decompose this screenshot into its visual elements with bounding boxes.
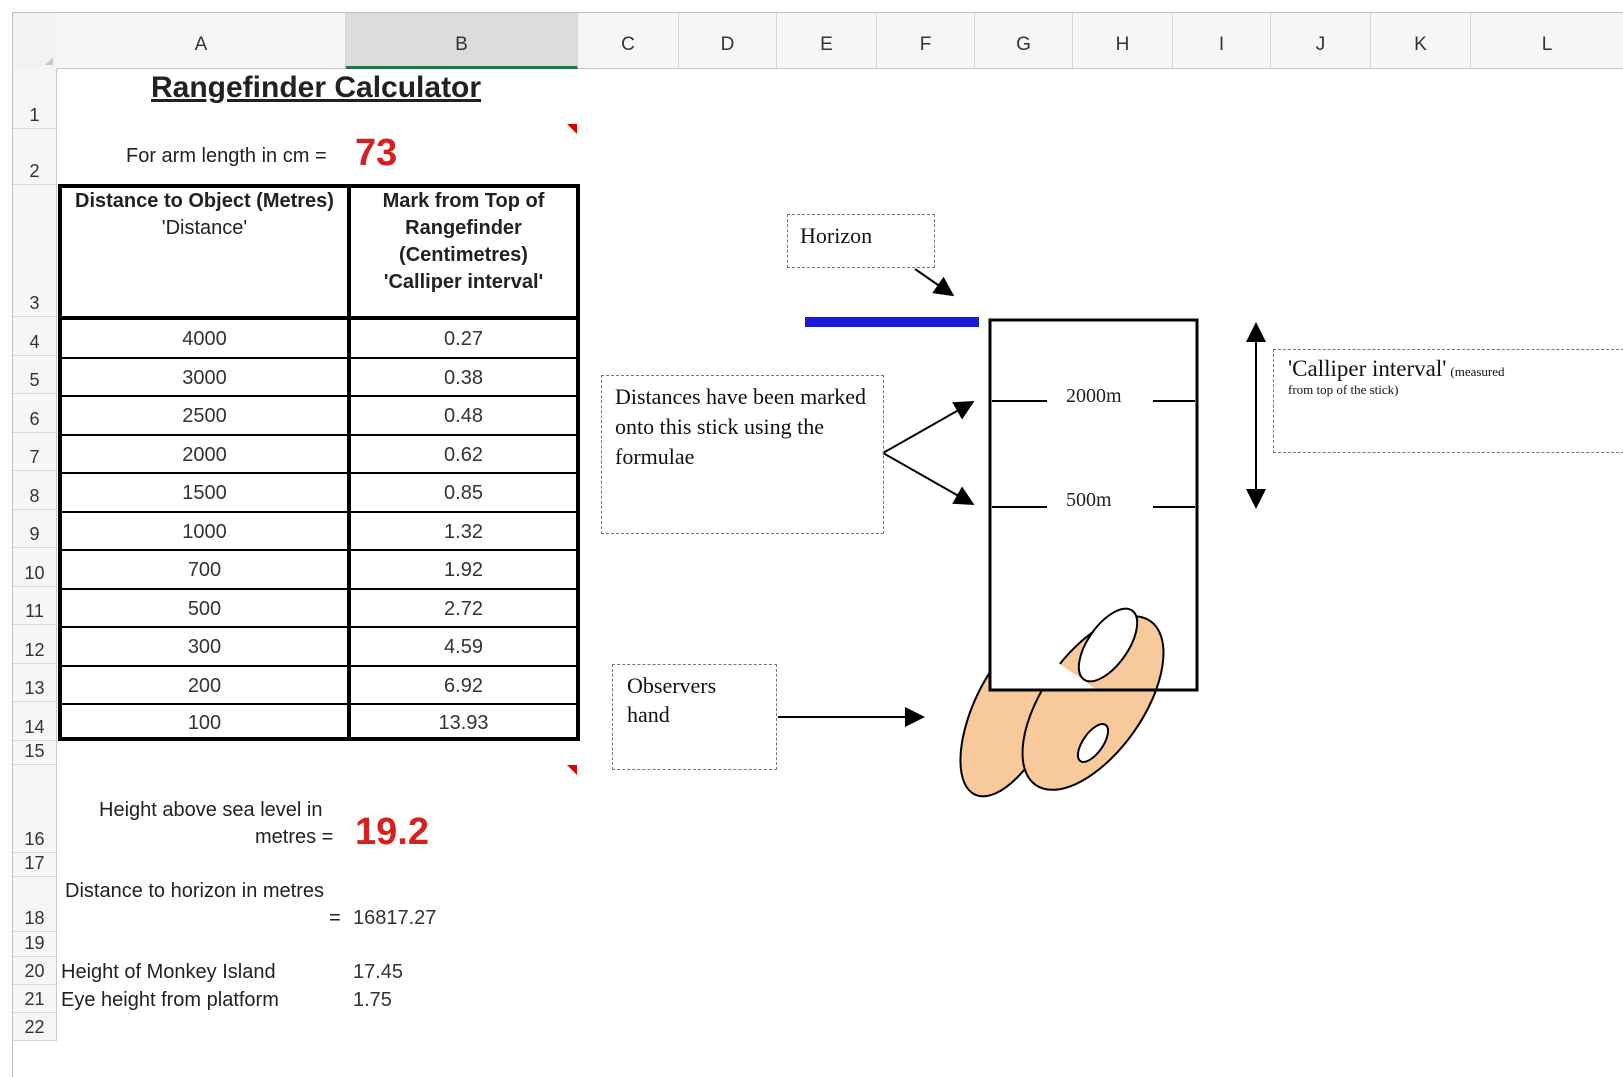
spreadsheet-grid: A B C D E F G H I J K L 1 2 3 4 5 6 7 8 … <box>12 12 1623 1077</box>
observer-note-line-2: hand <box>627 702 670 727</box>
mark-500-label: 500m <box>1066 489 1112 511</box>
calliper-note-small-1: (measured <box>1450 364 1505 379</box>
distances-note[interactable]: Distances have been marked onto this sti… <box>601 375 884 534</box>
horizon-note[interactable]: Horizon <box>787 214 935 268</box>
observer-hand-note[interactable]: Observers hand <box>612 664 777 770</box>
mark-2000-label: 2000m <box>1066 385 1122 407</box>
calliper-interval-note[interactable]: 'Calliper interval' (measured from top o… <box>1273 349 1623 453</box>
distances-arrow-lower <box>882 452 975 505</box>
calliper-note-small-2: from top of the stick) <box>1288 382 1399 397</box>
calliper-note-title: 'Calliper interval' <box>1288 356 1447 381</box>
distances-note-text: Distances have been marked onto this sti… <box>615 384 867 469</box>
rangefinder-diagram <box>778 268 1266 798</box>
horizon-note-text: Horizon <box>800 223 873 248</box>
horizon-arrow <box>914 268 955 297</box>
observer-note-line-1: Observers <box>627 673 717 698</box>
distances-arrow-upper <box>882 401 975 454</box>
